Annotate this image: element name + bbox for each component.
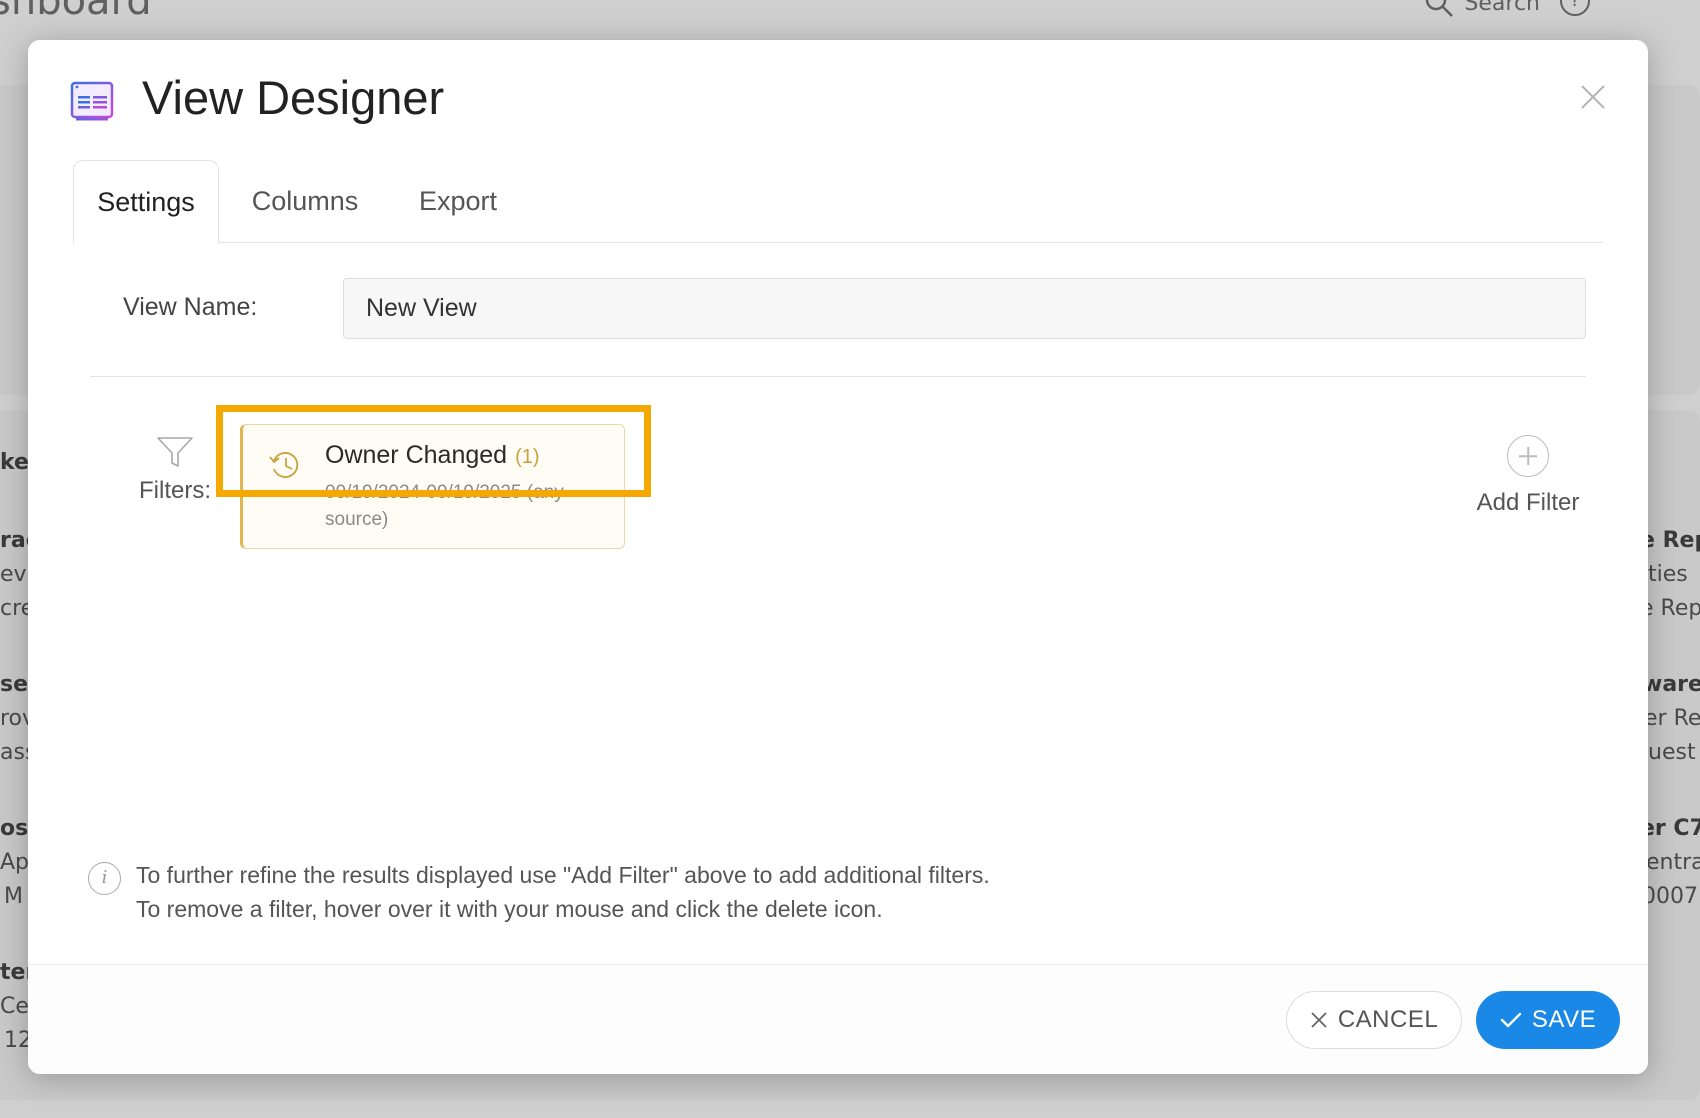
bg-fragment: ware — [1642, 672, 1700, 697]
bg-fragment: 0007 — [1642, 884, 1698, 909]
dashboard-search: Search — [1424, 0, 1540, 18]
funnel-icon — [157, 437, 193, 467]
help-icon: ? — [1560, 0, 1590, 16]
filter-chip-owner-changed[interactable]: Owner Changed (1) 09/19/2024-09/19/2025 (… — [240, 424, 625, 549]
tab-export[interactable]: Export — [393, 160, 523, 243]
filter-chip-name: Owner Changed — [325, 441, 508, 469]
section-divider — [90, 376, 1586, 377]
dialog-footer: CANCEL SAVE — [28, 964, 1648, 1074]
bg-fragment: uest — [1648, 740, 1696, 765]
filter-chip-count: (1) — [515, 446, 540, 468]
bg-fragment: Ce — [0, 994, 29, 1019]
info-line-2: To remove a filter, hover over it with y… — [136, 896, 883, 922]
view-name-input[interactable] — [343, 278, 1586, 339]
view-designer-icon — [70, 81, 114, 121]
filters-label-group: Filters: — [120, 435, 230, 505]
checkmark-icon — [1500, 1012, 1522, 1028]
bg-fragment: er Re — [1644, 706, 1700, 731]
search-label: Search — [1464, 0, 1540, 16]
filter-chip-title: Owner Changed (1) — [325, 441, 540, 470]
bg-fragment: e Rep — [1640, 596, 1700, 621]
info-line-1: To further refine the results displayed … — [136, 862, 990, 888]
search-icon — [1426, 0, 1454, 17]
dialog-tabs: Settings Columns Export — [73, 160, 1603, 244]
bg-fragment: e Rep — [1640, 528, 1700, 553]
dashboard-title: shboard — [0, 0, 152, 24]
info-icon: i — [88, 862, 121, 895]
filters-label: Filters: — [139, 477, 211, 504]
close-icon[interactable] — [1576, 80, 1610, 114]
cancel-label: CANCEL — [1337, 1006, 1439, 1033]
bg-fragment: Ap — [0, 850, 30, 875]
plus-circle-icon — [1507, 435, 1549, 477]
filter-chip-subtitle: 09/19/2024-09/19/2025 (any source) — [325, 482, 564, 530]
view-designer-dialog: View Designer Settings Columns Export Vi… — [28, 40, 1648, 1074]
tab-columns[interactable]: Columns — [233, 160, 377, 243]
dialog-header: View Designer — [28, 40, 1648, 150]
bg-fragment: er C7 — [1640, 816, 1700, 841]
cancel-button[interactable]: CANCEL — [1286, 991, 1462, 1049]
add-filter-label: Add Filter — [1476, 489, 1580, 516]
tab-settings[interactable]: Settings — [73, 160, 219, 244]
history-icon — [269, 452, 299, 478]
bg-fragment: ties — [1648, 562, 1688, 587]
save-button[interactable]: SAVE — [1476, 991, 1620, 1049]
bg-fragment: M — [4, 884, 23, 909]
view-name-label: View Name: — [123, 293, 258, 321]
bg-fragment: entra — [1646, 850, 1700, 875]
save-label: SAVE — [1531, 1006, 1597, 1033]
info-text: To further refine the results displayed … — [136, 858, 990, 926]
add-filter-button[interactable]: Add Filter — [1458, 435, 1598, 517]
dialog-title: View Designer — [142, 71, 445, 124]
close-icon — [1311, 1012, 1327, 1028]
